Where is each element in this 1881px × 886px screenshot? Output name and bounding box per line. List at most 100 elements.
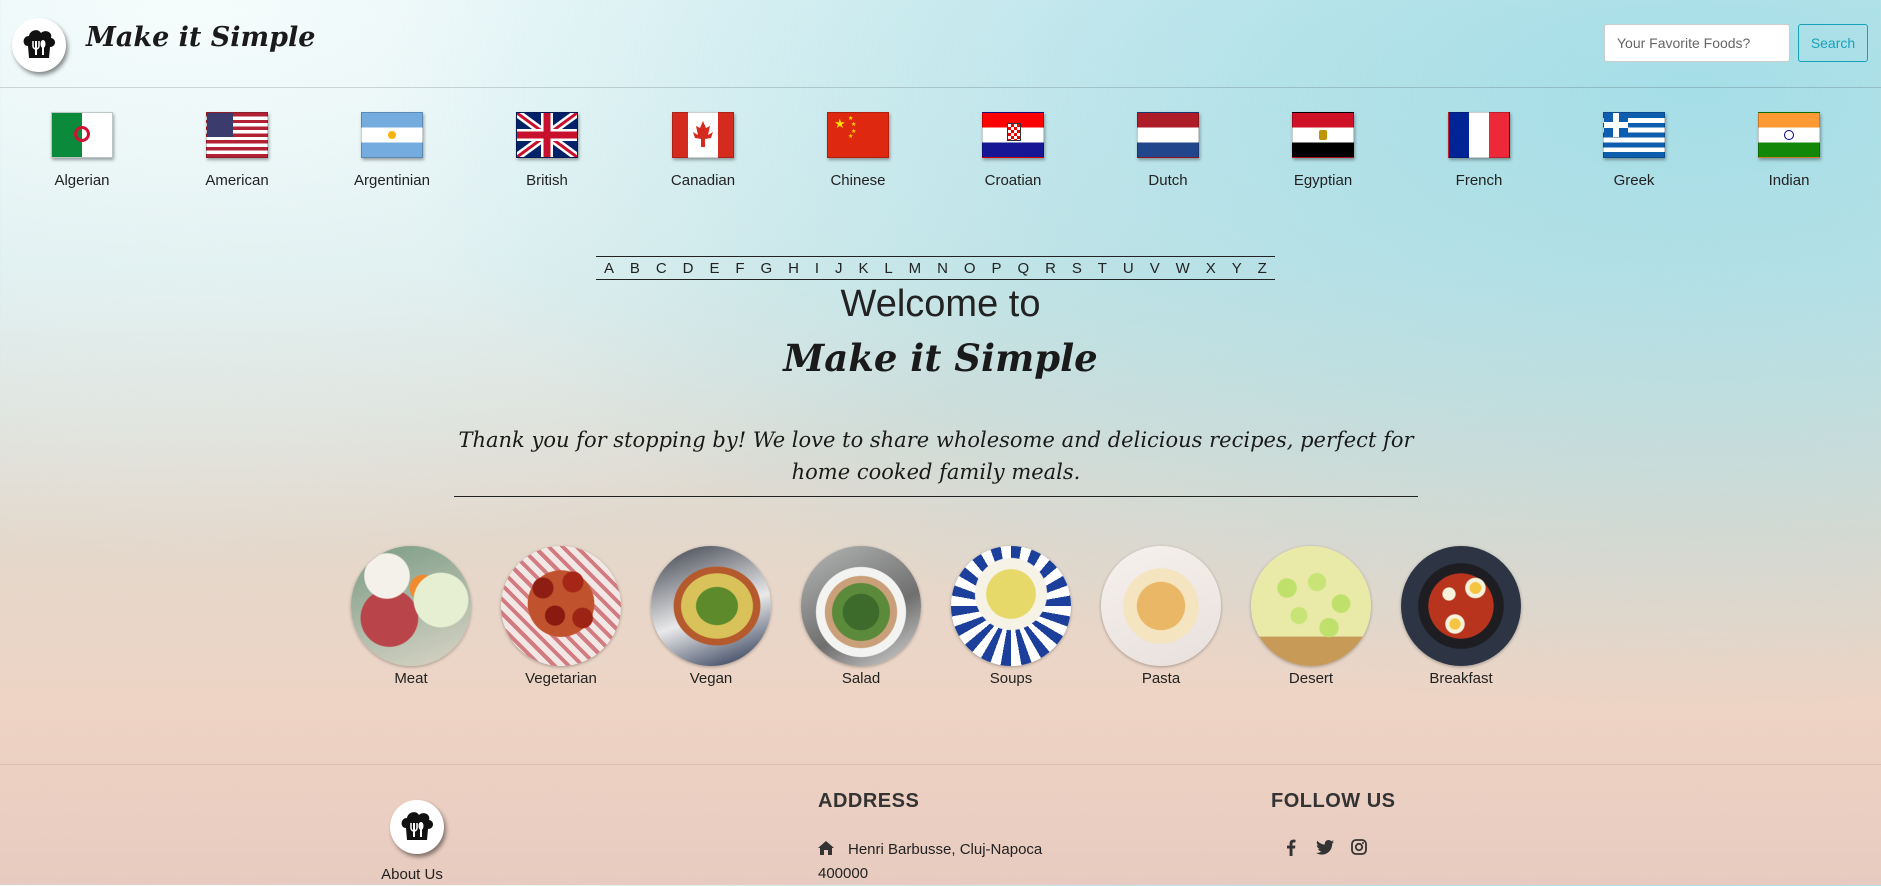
letter-link[interactable]: A (604, 260, 614, 277)
category-label[interactable]: Vegan (651, 670, 771, 687)
instagram-icon[interactable] (1350, 838, 1368, 856)
cuisine-indian[interactable]: Indian (1729, 112, 1849, 189)
letter-link[interactable]: P (992, 260, 1002, 277)
category-label[interactable]: Pasta (1101, 670, 1221, 687)
letter-link[interactable]: V (1150, 260, 1160, 277)
cuisine-label[interactable]: Chinese (798, 172, 918, 189)
cuisine-label[interactable]: Egyptian (1263, 172, 1383, 189)
letter-link[interactable]: F (735, 260, 744, 277)
letter-link[interactable]: E (709, 260, 719, 277)
croatia-flag-icon[interactable] (982, 112, 1044, 158)
cuisine-greek[interactable]: Greek (1574, 112, 1694, 189)
letter-link[interactable]: I (815, 260, 819, 277)
canada-flag-icon[interactable] (672, 112, 734, 158)
letter-link[interactable]: Y (1232, 260, 1242, 277)
postal-code: 400000 (818, 865, 869, 882)
breakfast-image[interactable] (1401, 546, 1521, 666)
category-pasta[interactable]: Pasta (1101, 546, 1221, 687)
cuisine-croatian[interactable]: Croatian (953, 112, 1073, 189)
letter-link[interactable]: L (884, 260, 892, 277)
pasta-image[interactable] (1101, 546, 1221, 666)
letter-link[interactable]: O (964, 260, 976, 277)
category-breakfast[interactable]: Breakfast (1401, 546, 1521, 687)
letter-link[interactable]: U (1123, 260, 1134, 277)
cuisine-french[interactable]: French (1419, 112, 1539, 189)
category-label[interactable]: Desert (1251, 670, 1371, 687)
category-vegan[interactable]: Vegan (651, 546, 771, 687)
cuisine-label[interactable]: Algerian (22, 172, 142, 189)
cuisine-label[interactable]: Dutch (1108, 172, 1228, 189)
india-flag-icon[interactable] (1758, 112, 1820, 158)
cuisine-label[interactable]: French (1419, 172, 1539, 189)
france-flag-icon[interactable] (1448, 112, 1510, 158)
cuisine-label[interactable]: Argentinian (332, 172, 452, 189)
search-input[interactable] (1604, 24, 1790, 62)
soups-image[interactable] (951, 546, 1071, 666)
desert-image[interactable] (1251, 546, 1371, 666)
category-soups[interactable]: Soups (951, 546, 1071, 687)
twitter-icon[interactable] (1316, 838, 1334, 856)
cuisine-label[interactable]: Indian (1729, 172, 1849, 189)
about-us-link[interactable]: About Us (350, 866, 474, 883)
category-label[interactable]: Salad (801, 670, 921, 687)
cuisine-label[interactable]: British (487, 172, 607, 189)
letter-link[interactable]: D (683, 260, 694, 277)
welcome-brand: Make it Simple (783, 336, 1098, 380)
cuisine-algerian[interactable]: Algerian (22, 112, 142, 189)
algeria-flag-icon[interactable] (51, 112, 113, 158)
alphabet-index: A B C D E F G H I J K L M N O P Q R S T … (596, 256, 1275, 280)
letter-link[interactable]: N (937, 260, 948, 277)
usa-flag-icon[interactable] (206, 112, 268, 158)
letter-link[interactable]: Z (1258, 260, 1267, 277)
argentina-flag-icon[interactable] (361, 112, 423, 158)
category-salad[interactable]: Salad (801, 546, 921, 687)
cuisine-label[interactable]: American (177, 172, 297, 189)
search-button[interactable]: Search (1798, 24, 1868, 62)
cuisine-british[interactable]: British (487, 112, 607, 189)
category-label[interactable]: Meat (351, 670, 471, 687)
uk-flag-icon[interactable] (516, 112, 578, 158)
letter-link[interactable]: X (1206, 260, 1216, 277)
cuisine-argentinian[interactable]: Argentinian (332, 112, 452, 189)
vegan-image[interactable] (651, 546, 771, 666)
salad-image[interactable] (801, 546, 921, 666)
letter-link[interactable]: Q (1017, 260, 1029, 277)
cuisine-american[interactable]: American (177, 112, 297, 189)
address-line: Henri Barbusse, Cluj-Napoca (848, 841, 1043, 858)
cuisine-label[interactable]: Greek (1574, 172, 1694, 189)
netherlands-flag-icon[interactable] (1137, 112, 1199, 158)
chef-hat-logo-icon[interactable] (12, 18, 66, 72)
letter-link[interactable]: R (1045, 260, 1056, 277)
cuisine-dutch[interactable]: Dutch (1108, 112, 1228, 189)
chef-hat-logo-icon[interactable] (390, 800, 444, 854)
cuisine-label[interactable]: Croatian (953, 172, 1073, 189)
cuisine-canadian[interactable]: Canadian (643, 112, 763, 189)
letter-link[interactable]: H (788, 260, 799, 277)
letter-link[interactable]: C (656, 260, 667, 277)
facebook-icon[interactable] (1282, 838, 1300, 856)
letter-link[interactable]: S (1072, 260, 1082, 277)
cuisine-chinese[interactable]: ★ ★ ★ ★ ★ Chinese (798, 112, 918, 189)
category-label[interactable]: Soups (951, 670, 1071, 687)
category-meat[interactable]: Meat (351, 546, 471, 687)
cuisine-label[interactable]: Canadian (643, 172, 763, 189)
category-vegetarian[interactable]: Vegetarian (501, 546, 621, 687)
cuisine-egyptian[interactable]: Egyptian (1263, 112, 1383, 189)
letter-link[interactable]: T (1098, 260, 1107, 277)
letter-link[interactable]: G (761, 260, 773, 277)
category-label[interactable]: Vegetarian (501, 670, 621, 687)
letter-link[interactable]: W (1176, 260, 1190, 277)
egypt-flag-icon[interactable] (1292, 112, 1354, 158)
category-desert[interactable]: Desert (1251, 546, 1371, 687)
header: Make it Simple Search (0, 0, 1881, 88)
category-label[interactable]: Breakfast (1401, 670, 1521, 687)
letter-link[interactable]: B (630, 260, 640, 277)
vegetarian-image[interactable] (501, 546, 621, 666)
meat-image[interactable] (351, 546, 471, 666)
letter-link[interactable]: K (858, 260, 868, 277)
brand-title[interactable]: Make it Simple (86, 22, 315, 53)
letter-link[interactable]: M (909, 260, 922, 277)
china-flag-icon[interactable]: ★ ★ ★ ★ ★ (827, 112, 889, 158)
letter-link[interactable]: J (835, 260, 843, 277)
greece-flag-icon[interactable] (1603, 112, 1665, 158)
